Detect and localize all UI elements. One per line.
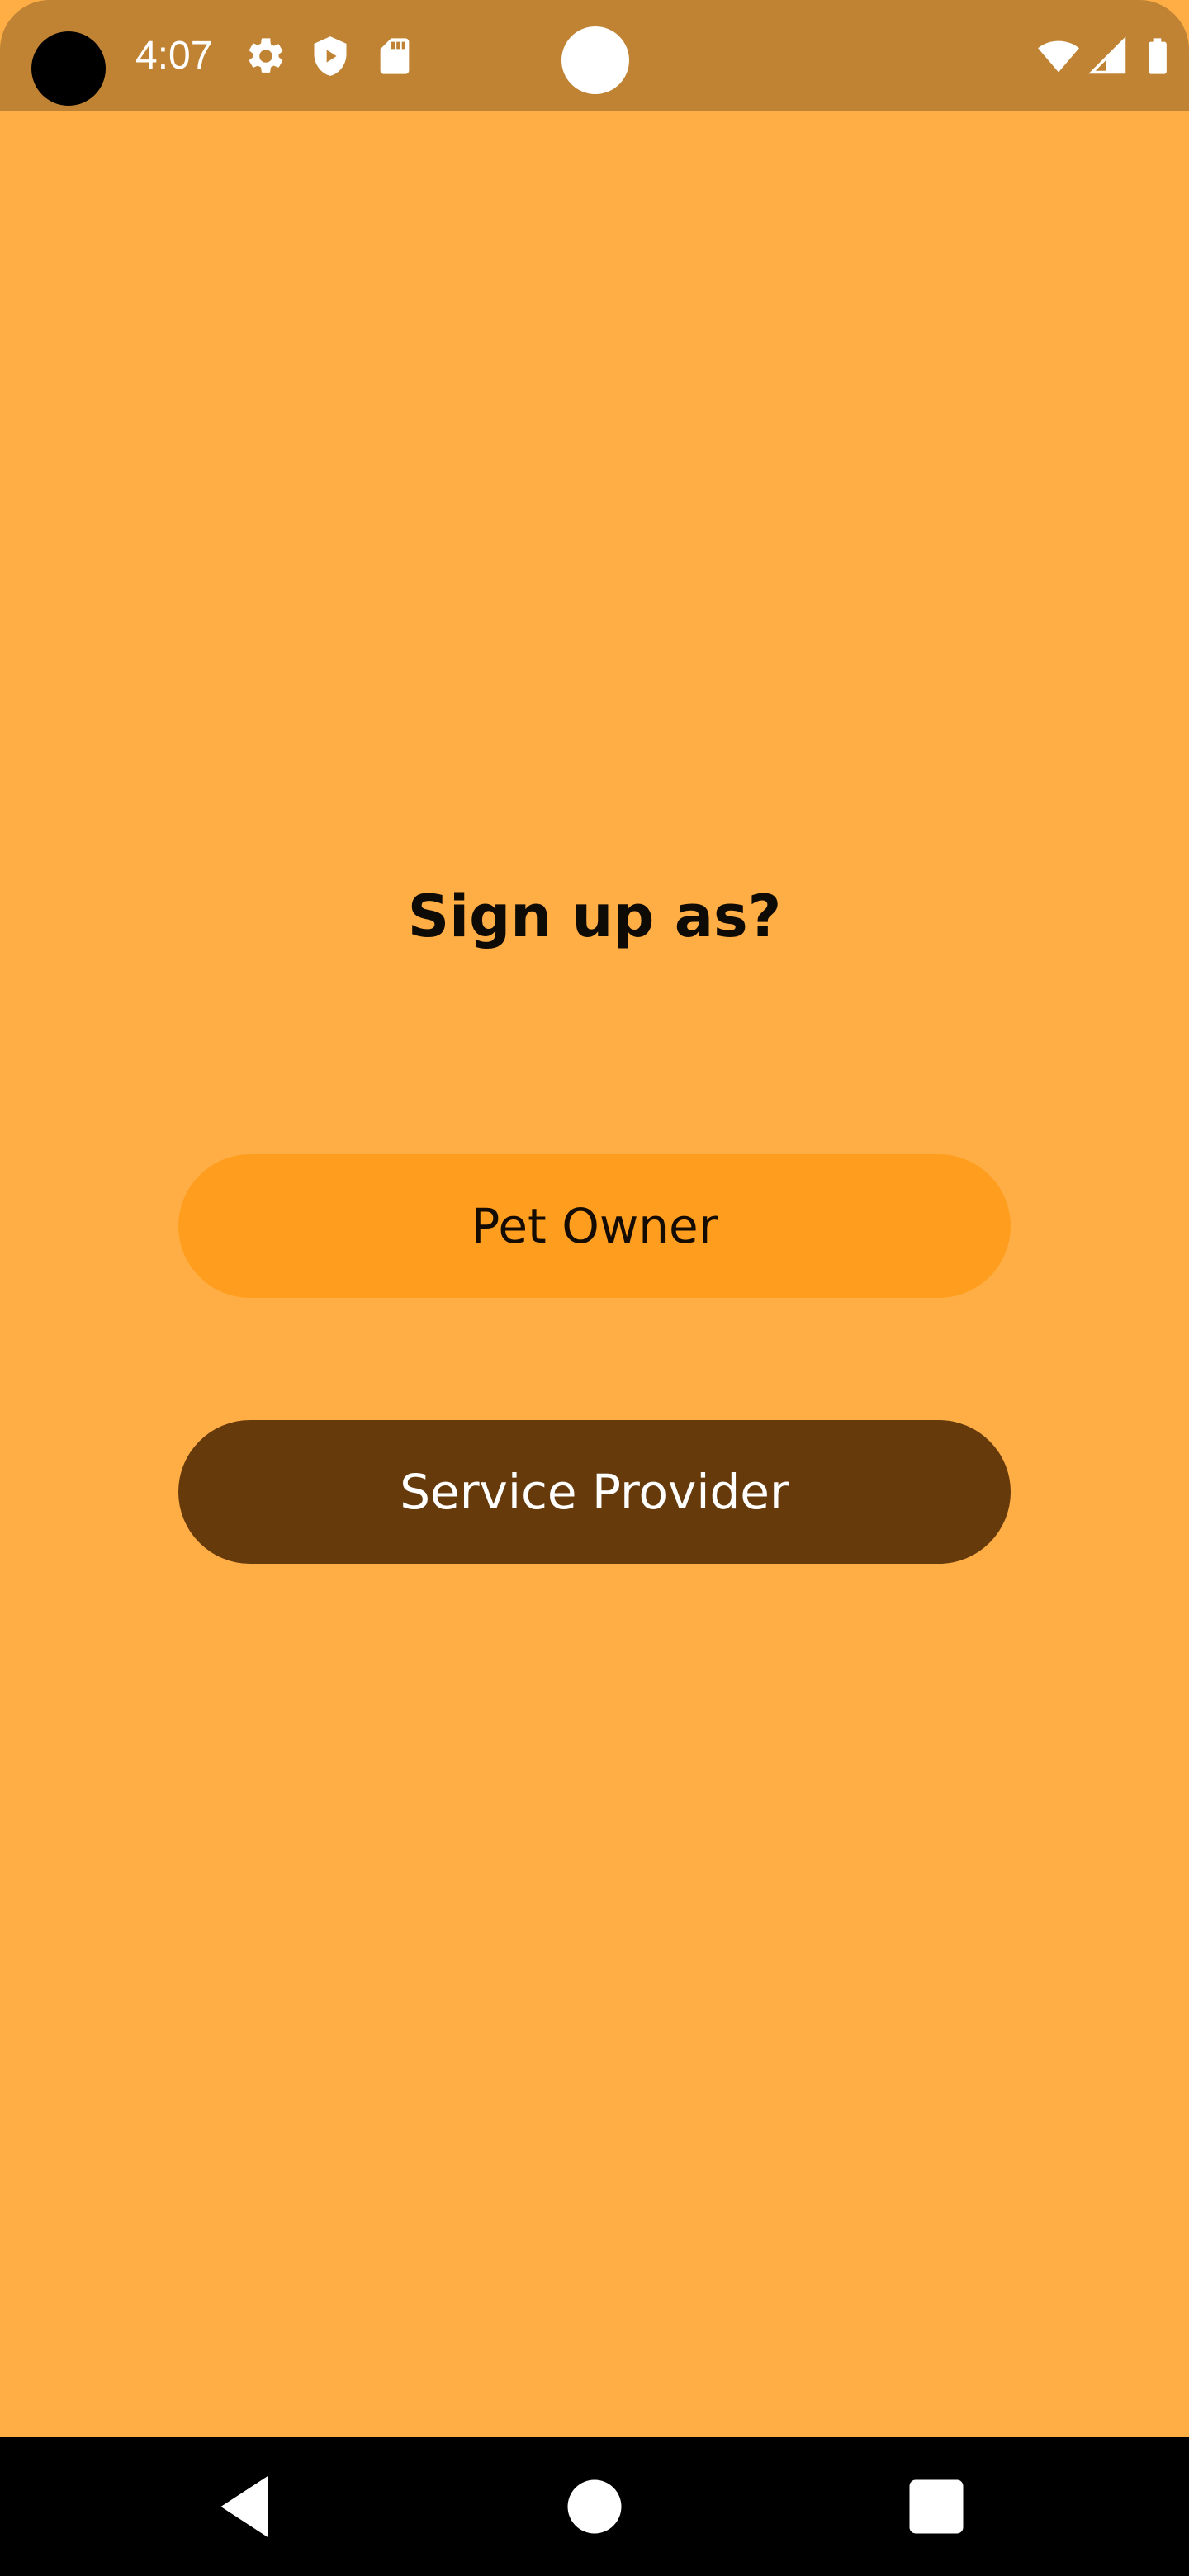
recents-icon[interactable]: [887, 2457, 986, 2556]
status-bar: 4:07: [0, 0, 1189, 111]
signal-icon: [1087, 35, 1130, 78]
battery-icon: [1136, 35, 1179, 78]
navigation-bar: [0, 2437, 1189, 2576]
home-icon[interactable]: [545, 2457, 644, 2556]
back-icon[interactable]: [198, 2457, 297, 2556]
wifi-icon: [1037, 35, 1080, 78]
status-center-dot: [561, 26, 629, 94]
status-time: 4:07: [135, 34, 213, 78]
service-provider-button[interactable]: Service Provider: [178, 1420, 1011, 1564]
page-title: Sign up as?: [407, 883, 782, 950]
gear-icon: [244, 35, 287, 78]
sd-card-icon: [373, 35, 416, 78]
shield-icon: [309, 35, 352, 78]
pet-owner-button[interactable]: Pet Owner: [178, 1154, 1011, 1298]
camera-cutout: [31, 31, 106, 106]
